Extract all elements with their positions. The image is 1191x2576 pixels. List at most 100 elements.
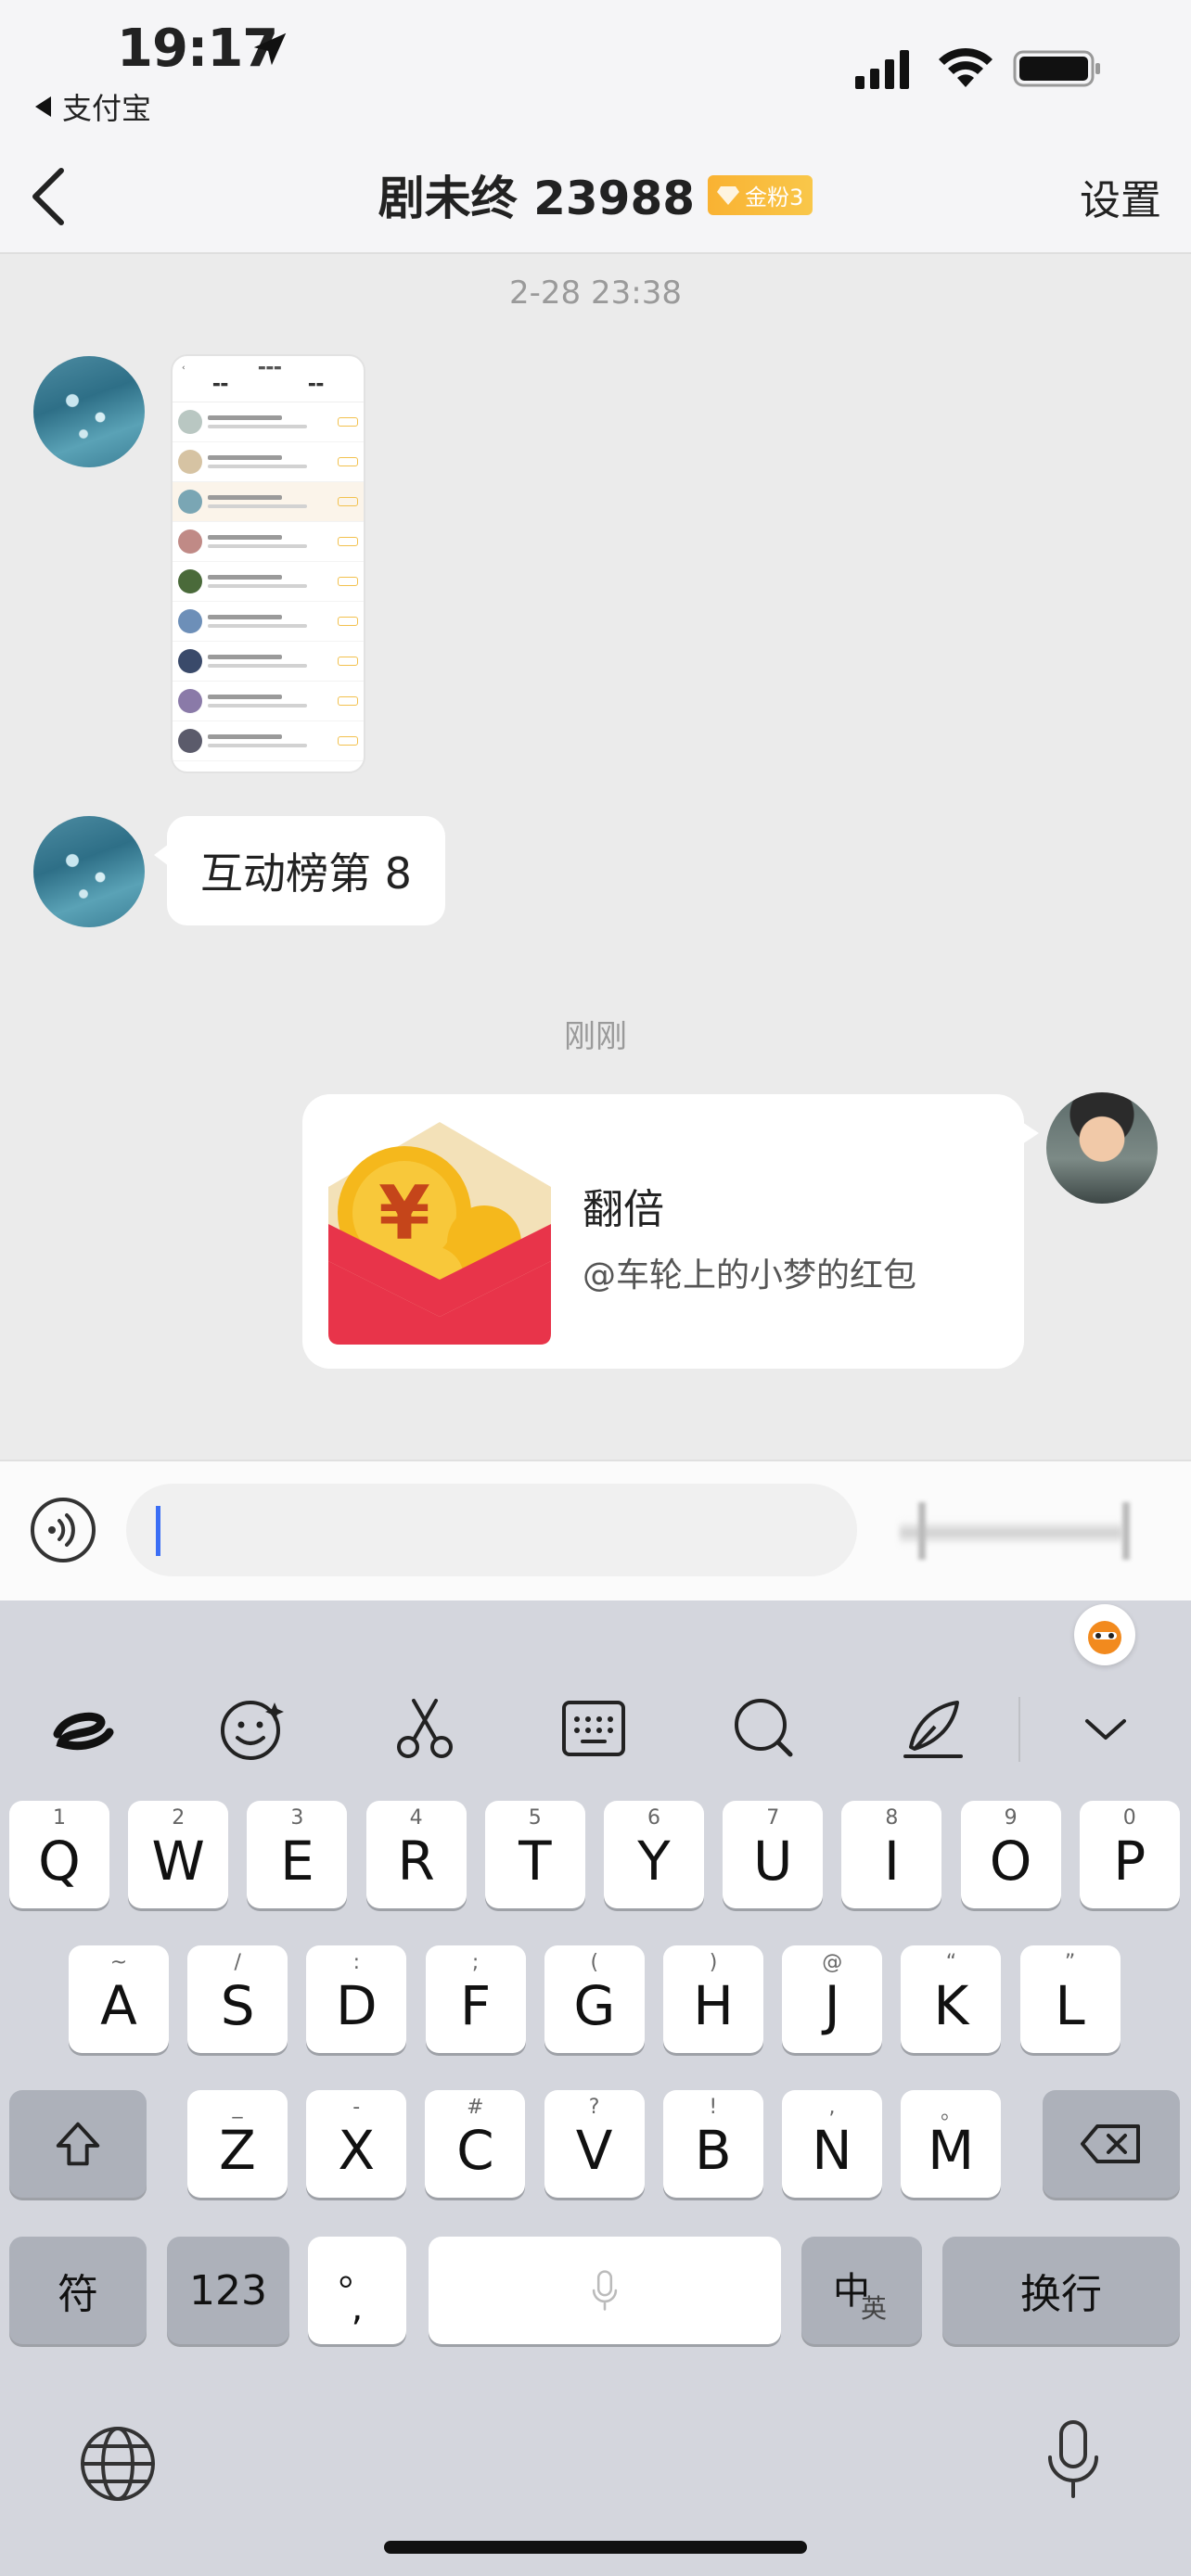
key-hint-label: )	[709, 1951, 718, 1974]
collapse-keyboard-chevron-icon[interactable]	[1070, 1693, 1141, 1764]
key-d[interactable]: :D	[306, 1945, 407, 2053]
keyboard-layout-icon[interactable]	[558, 1693, 629, 1764]
home-indicator[interactable]	[384, 2541, 807, 2554]
key-s[interactable]: / S	[187, 1945, 288, 2053]
key-label: M	[928, 2119, 975, 2182]
key-label: Q	[38, 1830, 81, 1893]
key-hint-label: 2	[172, 1806, 186, 1830]
svg-text:¥: ¥	[378, 1170, 430, 1256]
language-switch-key[interactable]: 中 英	[801, 2237, 922, 2344]
settings-button[interactable]: 设置	[1080, 167, 1161, 226]
key-g[interactable]: (G	[544, 1945, 645, 2053]
key-z[interactable]: _ Z	[187, 2090, 288, 2198]
key-m[interactable]: 。 M	[901, 2090, 1002, 2198]
text-message-bubble[interactable]: 互动榜第 8	[154, 816, 445, 925]
key-hint-label: 7	[766, 1806, 780, 1830]
key-t[interactable]: 5T	[484, 1801, 585, 1908]
key-label: W	[151, 1830, 205, 1893]
punctuation-key[interactable]: 。 ,	[308, 2237, 406, 2344]
numbers-key[interactable]: 123	[167, 2237, 289, 2344]
key-q[interactable]: 1Q	[9, 1801, 109, 1908]
fan-level-badge: 金粉3	[708, 174, 813, 215]
key-r[interactable]: 4R	[365, 1801, 467, 1908]
key-hint-label: “	[945, 1951, 957, 1974]
key-label: S	[220, 1974, 255, 2037]
shift-key[interactable]	[9, 2090, 147, 2198]
key-label: T	[519, 1830, 552, 1893]
symbols-key[interactable]: 符	[9, 2237, 147, 2344]
key-i[interactable]: 8I	[841, 1801, 942, 1908]
fan-level-label: 金粉3	[745, 184, 804, 210]
message-input[interactable]	[126, 1484, 857, 1576]
key-label: P	[1113, 1830, 1146, 1893]
return-key[interactable]: 换行	[942, 2237, 1180, 2344]
key-o[interactable]: 9O	[960, 1801, 1061, 1908]
dictation-microphone-icon[interactable]	[1031, 2417, 1115, 2500]
return-key-label: 换行	[1020, 2271, 1102, 2318]
search-icon[interactable]	[729, 1693, 800, 1764]
key-hint-label: 1	[53, 1806, 66, 1830]
emoji-plus-buttons-blurred[interactable]	[881, 1498, 1159, 1563]
red-packet-title: 翻倍	[583, 1186, 664, 1233]
keyboard-logo-icon[interactable]	[48, 1693, 119, 1764]
key-hint-label: ;	[471, 1951, 480, 1974]
key-k[interactable]: “K	[901, 1945, 1002, 2053]
voice-input-icon[interactable]	[30, 1497, 96, 1563]
text-caret	[156, 1506, 160, 1556]
key-h[interactable]: ) H	[663, 1945, 763, 2053]
key-hint-label: ,	[828, 2096, 836, 2119]
key-x[interactable]: -X	[306, 2090, 407, 2198]
key-label: L	[1055, 1974, 1085, 2037]
key-hint-label: 。	[941, 2101, 962, 2124]
key-c[interactable]: # C	[425, 2090, 526, 2198]
key-e[interactable]: 3E	[247, 1801, 348, 1908]
key-n[interactable]: ,N	[782, 2090, 882, 2198]
red-packet-message[interactable]: ¥ 翻倍 @车轮上的小梦的红包	[302, 1094, 1039, 1369]
key-l[interactable]: ” L	[1019, 1945, 1121, 2053]
key-hint-label: ~	[109, 1951, 128, 1974]
key-p[interactable]: 0P	[1079, 1801, 1180, 1908]
key-a[interactable]: ~ A	[69, 1945, 169, 2053]
key-u[interactable]: 7U	[723, 1801, 824, 1908]
key-label: U	[752, 1830, 793, 1893]
message-timestamp: 刚刚	[564, 1018, 627, 1055]
key-hint-label: 4	[409, 1806, 423, 1830]
key-w[interactable]: 2W	[128, 1801, 229, 1908]
red-packet-subtitle: @车轮上的小梦的红包	[583, 1256, 917, 1294]
symbols-key-label: 符	[58, 2271, 98, 2318]
language-switch-label: 中 英	[833, 2270, 888, 2324]
key-hint-label: :	[352, 1951, 361, 1974]
key-hint-label: (	[590, 1951, 599, 1974]
key-f[interactable]: ; F	[425, 1945, 526, 2053]
backspace-icon	[1081, 2124, 1140, 2163]
key-hint-label: ?	[588, 2096, 600, 2119]
key-label: J	[824, 1974, 840, 2037]
contact-avatar[interactable]	[33, 356, 145, 467]
punct-top-label: 。	[339, 2251, 376, 2294]
key-j[interactable]: @ J	[782, 1945, 883, 2053]
key-label: Z	[219, 2119, 256, 2182]
handwriting-pen-icon[interactable]	[898, 1693, 968, 1764]
red-packet-icon: ¥	[328, 1122, 551, 1345]
my-avatar[interactable]	[1046, 1092, 1158, 1204]
emoji-icon[interactable]	[217, 1693, 288, 1764]
image-preview-row	[173, 562, 364, 602]
keyboard-toolbar	[0, 1677, 1191, 1779]
keyboard-assistant-icon[interactable]	[1074, 1604, 1135, 1665]
scissors-icon[interactable]	[390, 1693, 460, 1764]
backspace-key[interactable]	[1043, 2090, 1180, 2198]
space-key[interactable]	[429, 2237, 781, 2344]
battery-icon	[1013, 50, 1100, 87]
key-hint-label: 6	[647, 1806, 660, 1830]
key-label: C	[456, 2119, 494, 2182]
globe-icon[interactable]	[76, 2422, 160, 2506]
key-y[interactable]: 6Y	[604, 1801, 704, 1908]
key-hint-label: 0	[1122, 1806, 1136, 1830]
contact-avatar[interactable]	[33, 816, 145, 927]
key-label: B	[694, 2119, 732, 2182]
image-message[interactable]: ‹ ▬▬▬ ▬▬ ▬▬	[171, 354, 365, 773]
key-b[interactable]: ! B	[662, 2090, 763, 2198]
back-to-app-link[interactable]: 支付宝	[35, 85, 151, 128]
key-v[interactable]: ? V	[544, 2090, 645, 2198]
wifi-icon	[939, 47, 992, 87]
